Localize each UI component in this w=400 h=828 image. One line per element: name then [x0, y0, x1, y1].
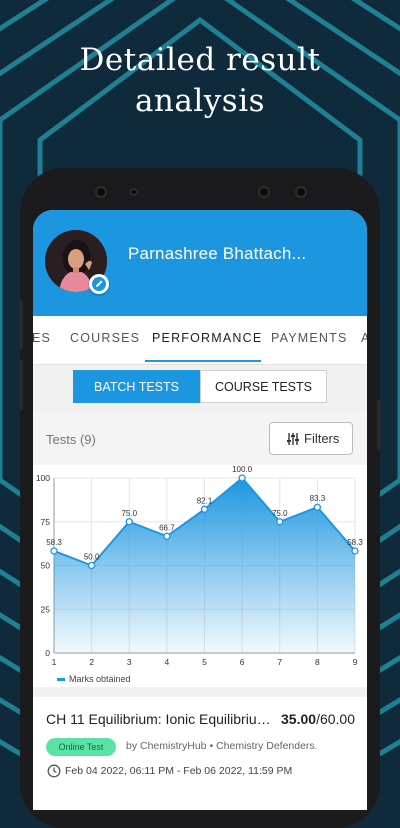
- test-type-badge: Online Test: [46, 738, 116, 756]
- test-card[interactable]: CH 11 Equilibrium: Ionic Equilibrium ...…: [33, 697, 367, 810]
- y-tick-label: 75: [41, 517, 51, 527]
- app-screen: Parnashree Bhattach... ES COURSES PERFOR…: [33, 210, 367, 810]
- test-dates: Feb 04 2022, 06:11 PM - Feb 06 2022, 11:…: [65, 765, 293, 777]
- course-tests-button[interactable]: COURSE TESTS: [200, 370, 327, 403]
- legend-label: Marks obtained: [69, 674, 131, 684]
- data-label: 100.0: [232, 465, 253, 474]
- data-point: [200, 505, 209, 513]
- y-tick-label: 50: [41, 561, 51, 571]
- active-tab-indicator: [145, 360, 261, 362]
- tab-performance[interactable]: PERFORMANCE: [152, 331, 262, 345]
- x-tick-label: 4: [165, 657, 170, 667]
- data-point: [163, 532, 171, 540]
- phone-side-button: [19, 300, 23, 350]
- phone-side-button: [19, 360, 23, 410]
- y-tick-label: 0: [45, 648, 50, 658]
- tab-bar: ES COURSES PERFORMANCE PAYMENTS A: [33, 316, 367, 365]
- x-tick-label: 9: [353, 657, 358, 667]
- test-score: 35.00/60.00: [281, 711, 355, 727]
- tab-tests[interactable]: ES: [33, 331, 51, 345]
- profile-header: Parnashree Bhattach...: [33, 210, 367, 316]
- front-camera-icon: [95, 186, 107, 198]
- test-type-toggle: BATCH TESTS COURSE TESTS: [33, 365, 367, 413]
- data-point: [313, 503, 322, 511]
- x-tick-label: 7: [277, 657, 282, 667]
- author-name: by ChemistryHub: [126, 740, 207, 752]
- data-label: 66.7: [159, 523, 175, 532]
- data-point: [87, 561, 96, 570]
- data-label: 58.3: [347, 538, 363, 547]
- legend-swatch: [57, 678, 65, 682]
- headline-line-2: analysis: [134, 83, 266, 119]
- marks-chart-svg: 58.3 50.0 75.0 66.7 82.1 100.0 75.0 83.3 58.3 100…: [36, 465, 364, 667]
- x-tick-label: 1: [52, 657, 57, 667]
- test-title: CH 11 Equilibrium: Ionic Equilibrium ...: [46, 711, 276, 727]
- data-label: 83.3: [310, 494, 326, 503]
- data-label: 50.0: [84, 553, 100, 562]
- phone-power-button: [377, 400, 381, 450]
- tests-count: Tests (9): [46, 432, 96, 447]
- data-point: [50, 547, 58, 555]
- data-label: 82.1: [197, 496, 213, 505]
- tab-payments[interactable]: PAYMENTS: [271, 331, 348, 345]
- filters-label: Filters: [304, 431, 340, 446]
- front-camera-icon: [258, 186, 270, 198]
- y-tick-label: 100: [36, 473, 50, 483]
- clock-icon: [47, 764, 61, 778]
- sensor-icon: [130, 188, 138, 196]
- x-tick-label: 3: [127, 657, 132, 667]
- chart-legend: Marks obtained: [57, 674, 131, 684]
- data-point: [125, 518, 133, 526]
- x-tick-label: 5: [202, 657, 207, 667]
- list-header: Tests (9) Filters: [33, 413, 367, 465]
- profile-name: Parnashree Bhattach...: [128, 244, 307, 263]
- pencil-icon: [92, 277, 106, 291]
- group-name: Chemistry Defenders.: [216, 740, 318, 752]
- score-obtained: 35.00: [281, 711, 317, 727]
- data-point: [351, 547, 359, 555]
- data-point: [276, 518, 284, 526]
- x-tick-label: 2: [89, 657, 94, 667]
- y-tick-label: 25: [41, 604, 51, 614]
- headline: Detailed result analysis: [0, 40, 400, 122]
- tab-courses[interactable]: COURSES: [70, 331, 140, 345]
- data-label: 75.0: [121, 509, 137, 518]
- sensor-icon: [295, 186, 307, 198]
- test-author: by ChemistryHub • Chemistry Defenders.: [126, 740, 318, 752]
- data-label: 58.3: [46, 538, 62, 547]
- sliders-icon: [287, 433, 299, 445]
- marks-chart: 58.3 50.0 75.0 66.7 82.1 100.0 75.0 83.3 58.3 100…: [33, 465, 367, 687]
- tab-more[interactable]: A: [361, 331, 367, 345]
- data-point: [238, 474, 246, 482]
- score-total: /60.00: [316, 711, 355, 727]
- x-tick-label: 6: [240, 657, 245, 667]
- x-tick-label: 8: [315, 657, 320, 667]
- data-label: 75.0: [272, 509, 288, 518]
- filters-button[interactable]: Filters: [269, 422, 353, 455]
- headline-line-1: Detailed result: [79, 42, 321, 78]
- batch-tests-button[interactable]: BATCH TESTS: [73, 370, 200, 403]
- edit-avatar-button[interactable]: [89, 274, 109, 294]
- separator-dot: •: [209, 740, 214, 752]
